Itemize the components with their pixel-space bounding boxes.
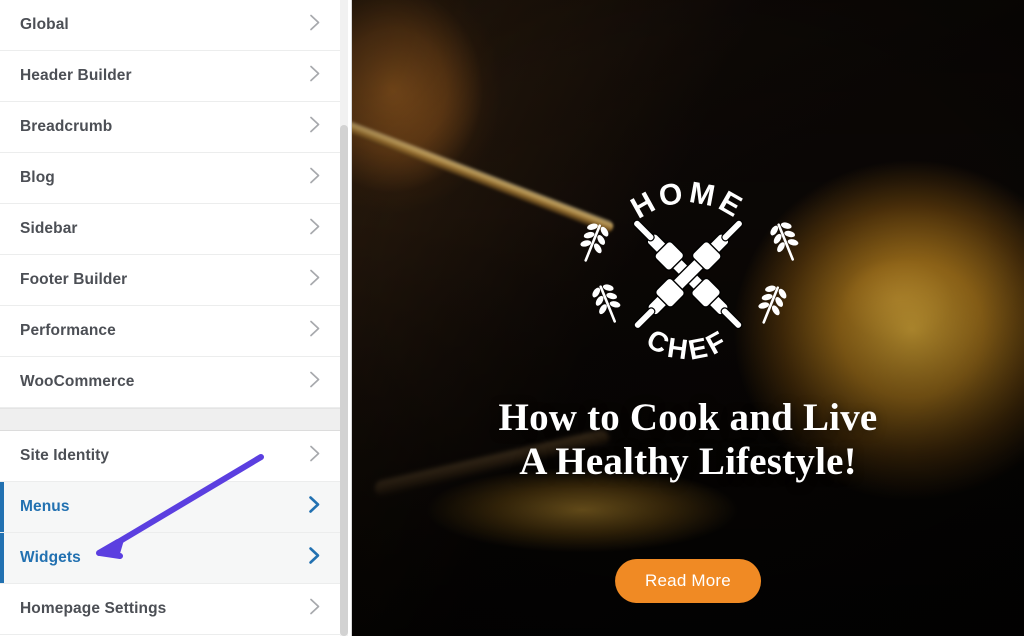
sidebar-item-footer-builder[interactable]: Footer Builder	[0, 255, 344, 306]
sidebar-item-performance[interactable]: Performance	[0, 306, 344, 357]
sidebar-item-menus[interactable]: Menus	[0, 482, 344, 533]
page-title: How to Cook and Live A Healthy Lifestyle…	[378, 396, 998, 485]
chevron-right-icon	[309, 269, 321, 292]
chevron-right-icon	[309, 167, 321, 190]
logo-bottom-text: CHEF	[642, 323, 730, 366]
sidebar-item-label: Blog	[20, 169, 55, 187]
sidebar-item-label: Breadcrumb	[20, 118, 113, 136]
chevron-right-icon	[309, 14, 321, 37]
sidebar-item-global[interactable]: Global	[0, 0, 344, 51]
chevron-right-icon	[308, 546, 321, 570]
chevron-right-icon	[309, 598, 321, 621]
sidebar-item-breadcrumb[interactable]: Breadcrumb	[0, 102, 344, 153]
hero-title-line-1: How to Cook and Live	[498, 396, 878, 439]
chevron-right-icon	[309, 218, 321, 241]
sidebar-item-widgets[interactable]: Widgets	[0, 533, 344, 584]
svg-text:CHEF: CHEF	[642, 323, 734, 366]
hero-heading-block: How to Cook and Live A Healthy Lifestyle…	[352, 396, 1024, 485]
chevron-right-icon	[309, 65, 321, 88]
sidebar-item-blog[interactable]: Blog	[0, 153, 344, 204]
crossed-rolling-pins-icon	[632, 219, 744, 330]
chevron-right-icon	[308, 495, 321, 519]
sidebar-scrollbar-thumb[interactable]	[340, 125, 348, 636]
sidebar-item-label: Site Identity	[20, 447, 110, 465]
chevron-right-icon	[309, 445, 321, 468]
hero-title-line-2: A Healthy Lifestyle!	[519, 440, 857, 484]
sidebar-item-label: WooCommerce	[20, 373, 135, 391]
sidebar-item-homepage-settings[interactable]: Homepage Settings	[0, 584, 344, 635]
theme-preview-pane[interactable]: HOME CHEF How to Cook and Live A Healthy…	[352, 0, 1024, 636]
chevron-right-icon	[309, 320, 321, 343]
sidebar-item-label: Menus	[20, 498, 70, 516]
sidebar-group-wordpress-options: Site Identity Menus Widgets Homepage Set…	[0, 431, 352, 635]
svg-text:HOME: HOME	[626, 176, 751, 225]
sidebar-item-label: Global	[20, 16, 69, 34]
sidebar-item-label: Sidebar	[20, 220, 78, 238]
sidebar-group-theme-options: Global Header Builder Breadcrumb Blog Si…	[0, 0, 352, 408]
sidebar-item-woocommerce[interactable]: WooCommerce	[0, 357, 344, 408]
customizer-sidebar[interactable]: Global Header Builder Breadcrumb Blog Si…	[0, 0, 352, 636]
sidebar-item-label: Header Builder	[20, 67, 132, 85]
chevron-right-icon	[309, 116, 321, 139]
home-chef-logo: HOME CHEF	[580, 176, 799, 366]
sidebar-item-header-builder[interactable]: Header Builder	[0, 51, 344, 102]
read-more-button[interactable]: Read More	[615, 559, 761, 603]
sidebar-item-label: Footer Builder	[20, 271, 128, 289]
logo-top-text: HOME	[626, 176, 747, 225]
sidebar-group-separator	[0, 408, 344, 431]
chevron-right-icon	[309, 371, 321, 394]
sidebar-item-label: Homepage Settings	[20, 600, 167, 618]
sidebar-item-label: Performance	[20, 322, 116, 340]
sidebar-item-site-identity[interactable]: Site Identity	[0, 431, 344, 482]
sidebar-item-sidebar[interactable]: Sidebar	[0, 204, 344, 255]
sidebar-item-label: Widgets	[20, 549, 81, 567]
